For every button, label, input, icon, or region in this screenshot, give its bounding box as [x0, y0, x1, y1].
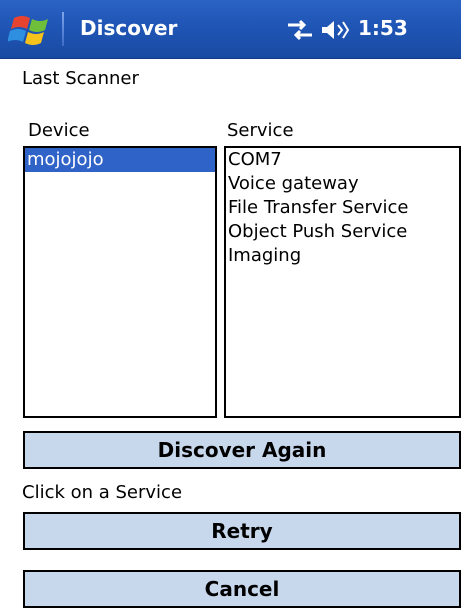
service-item-object-push[interactable]: Object Push Service [226, 220, 459, 244]
service-column-label: Service [227, 120, 294, 141]
windows-flag-icon[interactable] [8, 12, 60, 48]
network-connectivity-icon[interactable] [286, 19, 314, 41]
status-message: Click on a Service [22, 482, 183, 503]
cancel-button[interactable]: Cancel [23, 570, 461, 608]
service-item-imaging[interactable]: Imaging [226, 244, 459, 268]
device-list[interactable]: mojojojo [23, 146, 217, 418]
discover-again-button[interactable]: Discover Again [23, 431, 461, 469]
service-item-voice-gateway[interactable]: Voice gateway [226, 172, 459, 196]
service-list[interactable]: COM7 Voice gateway File Transfer Service… [224, 146, 461, 418]
clock: 1:53 [358, 16, 408, 40]
window-title: Discover [80, 16, 178, 40]
retry-button[interactable]: Retry [23, 512, 461, 550]
service-item-com7[interactable]: COM7 [226, 148, 459, 172]
device-column-label: Device [28, 120, 90, 141]
title-separator [62, 12, 64, 46]
service-item-file-transfer[interactable]: File Transfer Service [226, 196, 459, 220]
device-item[interactable]: mojojojo [25, 148, 215, 172]
last-scanner-label: Last Scanner [22, 68, 139, 89]
speaker-volume-icon[interactable] [320, 19, 352, 41]
title-bar: Discover 1:53 [0, 0, 461, 59]
